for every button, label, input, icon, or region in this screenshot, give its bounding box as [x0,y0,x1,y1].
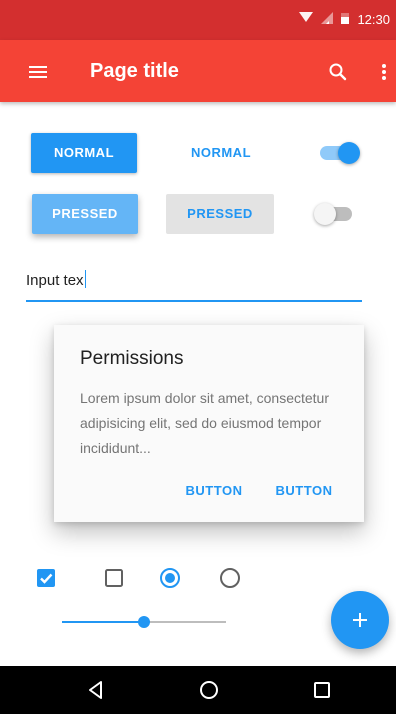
radio-selected-icon [160,568,180,588]
permissions-dialog: Permissions Lorem ipsum dolor sit amet, … [54,325,364,522]
slider[interactable] [62,612,226,632]
search-button[interactable] [326,60,350,84]
raised-pressed-button[interactable]: PRESSED [32,194,138,234]
nav-back-button[interactable] [84,678,108,702]
status-icons: 12:30 [299,12,390,28]
search-icon [329,63,347,81]
switch-thumb [314,203,336,225]
text-input[interactable]: Input tex [26,266,362,302]
app-bar: Page title [0,40,396,102]
checkbox-unchecked-icon [105,569,123,587]
menu-icon [29,66,47,78]
radio-selected[interactable] [158,566,182,590]
more-vert-icon [382,64,386,80]
slider-fill [62,621,144,623]
switch-on[interactable] [318,141,360,165]
battery-icon [341,11,350,29]
dialog-title: Permissions [80,348,184,369]
back-icon [89,681,102,699]
more-options-button[interactable] [372,60,396,84]
radio-unselected[interactable] [218,566,242,590]
text-input-text: Input tex [26,272,84,289]
text-input-value: Input tex [26,270,86,291]
plus-icon [353,613,367,627]
signal-icon [321,11,334,29]
menu-button[interactable] [26,60,50,84]
checkbox-checked[interactable] [34,566,58,590]
raised-normal-button[interactable]: NORMAL [31,133,137,173]
dialog-body: Lorem ipsum dolor sit amet, consectetur … [80,390,329,456]
recents-icon [314,682,330,698]
slider-knob[interactable] [138,616,150,628]
home-icon [200,681,218,699]
flat-pressed-button[interactable]: PRESSED [166,194,274,234]
page-title: Page title [90,60,179,82]
radio-unselected-icon [220,568,240,588]
navigation-bar [0,666,396,714]
flat-normal-button[interactable]: NORMAL [168,133,274,173]
text-caret [84,270,86,288]
nav-home-button[interactable] [197,678,221,702]
switch-off[interactable] [314,202,356,226]
dialog-button-2[interactable]: BUTTON [266,477,342,505]
status-bar: 12:30 [0,0,396,40]
checkbox-unchecked[interactable] [102,566,126,590]
fab-add-button[interactable] [331,591,389,649]
nav-recents-button[interactable] [310,678,334,702]
wifi-icon [299,11,314,29]
switch-thumb [338,142,360,164]
dialog-button-1[interactable]: BUTTON [176,477,252,505]
checkbox-checked-icon [37,569,55,587]
status-time: 12:30 [357,12,390,27]
